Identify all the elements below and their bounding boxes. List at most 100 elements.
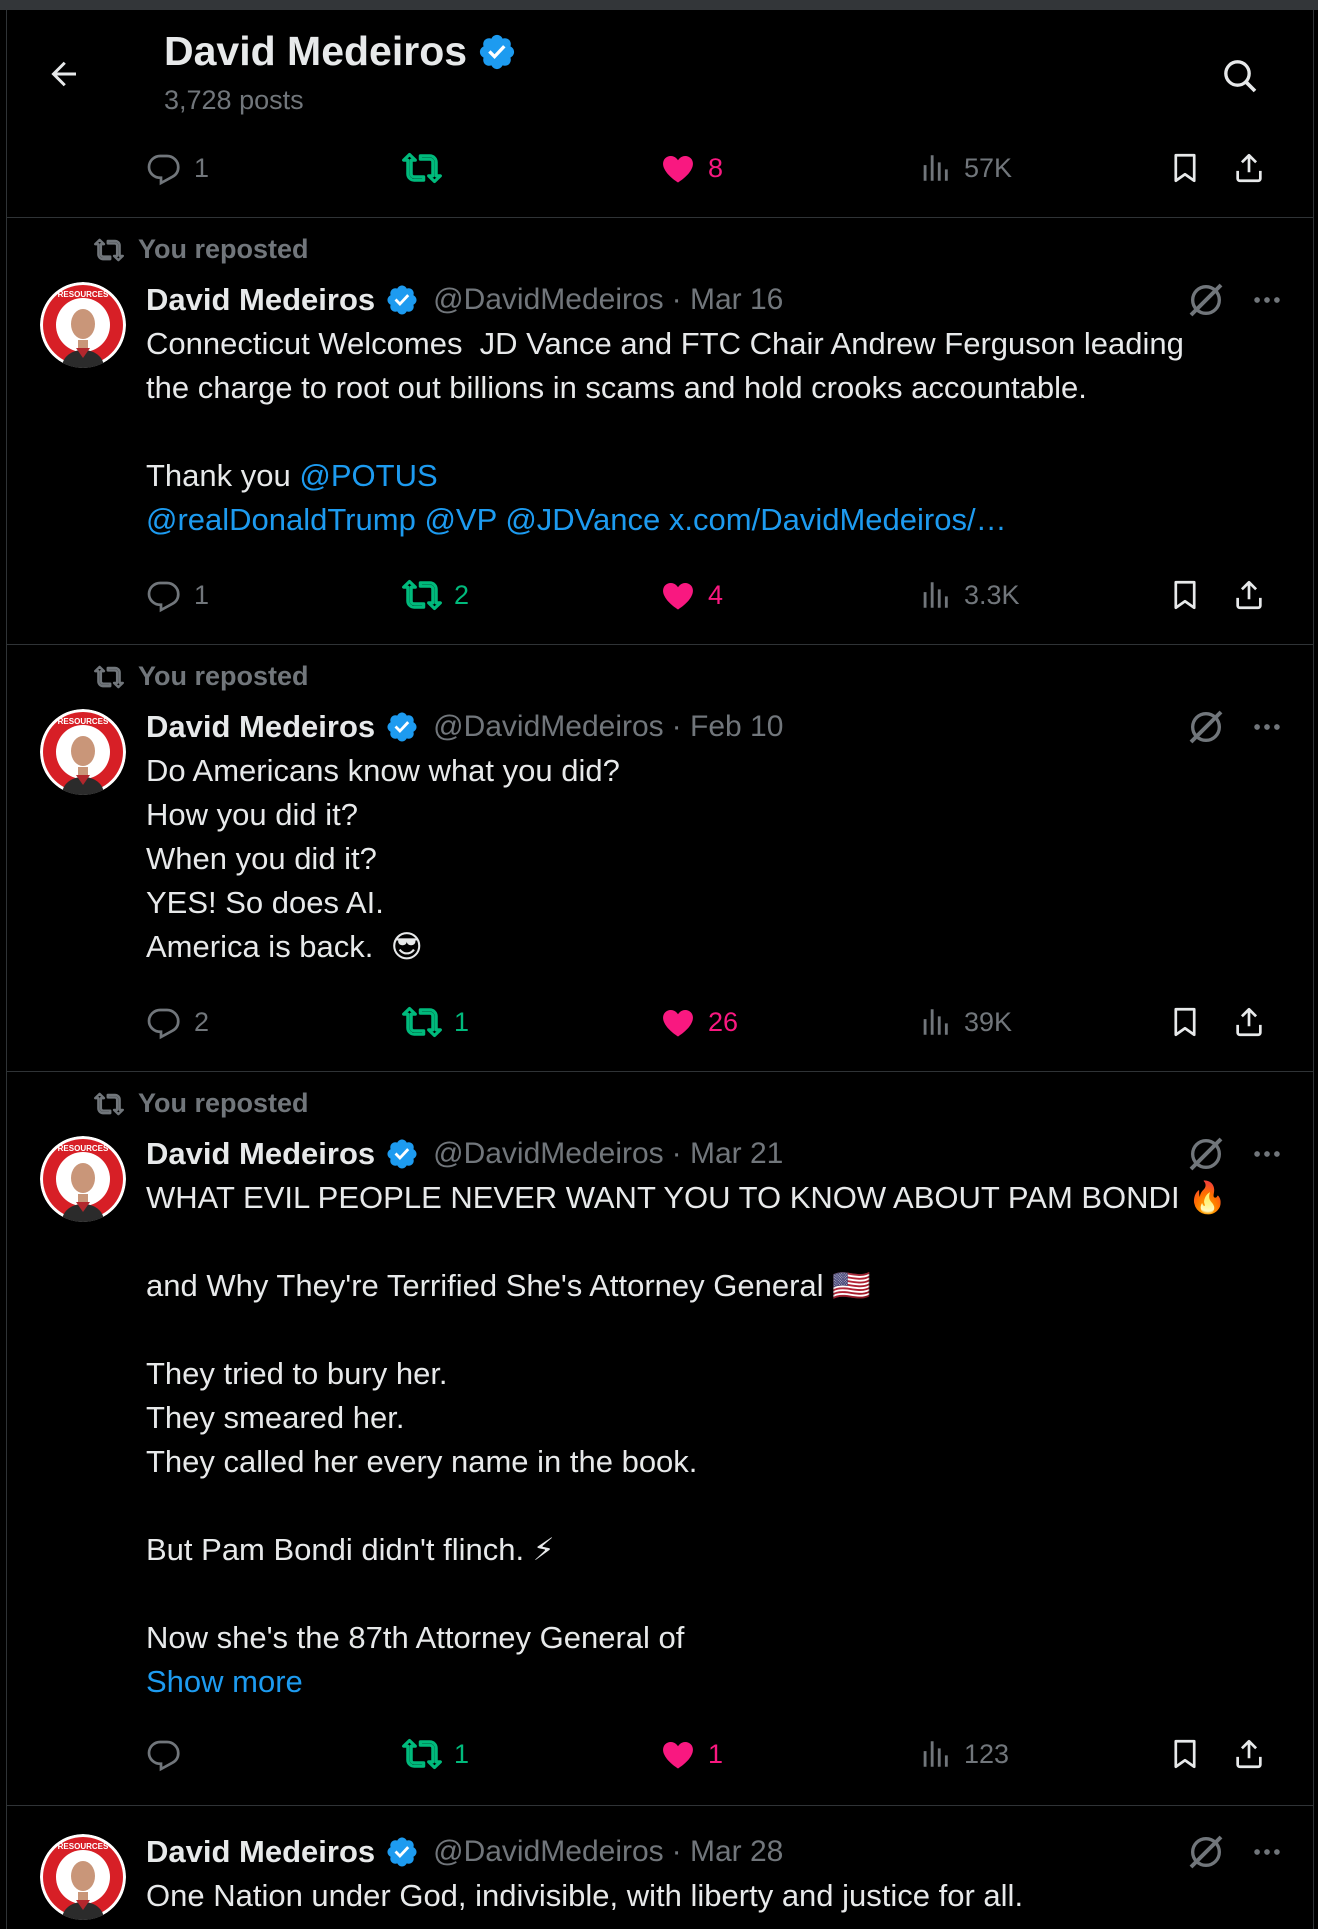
repost-indicator: You reposted: [94, 234, 309, 265]
reply-icon: [146, 1004, 182, 1040]
avatar-image: [40, 282, 126, 368]
top-post-actions: 1 8 57K: [146, 143, 1276, 193]
post-header-actions: [1186, 278, 1284, 322]
more-button[interactable]: [1250, 1835, 1284, 1869]
reply-button[interactable]: 2: [146, 997, 209, 1047]
grok-button[interactable]: [1186, 1832, 1226, 1872]
post-item[interactable]: You reposted David Medeiros @DavidMedeir…: [6, 645, 1314, 1071]
reply-button[interactable]: [146, 1729, 194, 1779]
like-button[interactable]: 26: [660, 997, 738, 1047]
avatar[interactable]: [40, 1136, 126, 1222]
repost-icon: [94, 235, 124, 265]
views-button[interactable]: 39K: [918, 997, 1012, 1047]
post-item[interactable]: You reposted David Medeiros @DavidMedeir…: [6, 1072, 1314, 1805]
back-button[interactable]: [40, 50, 88, 98]
heart-icon: [660, 577, 696, 613]
share-button[interactable]: [1232, 570, 1266, 620]
author-handle[interactable]: @DavidMedeiros: [433, 283, 664, 317]
reply-count: 1: [194, 152, 210, 183]
repost-icon: [402, 1002, 442, 1042]
repost-button[interactable]: 1: [402, 1729, 469, 1779]
repost-button[interactable]: 2: [402, 570, 469, 620]
post-date[interactable]: · Feb 10: [672, 710, 784, 744]
repost-icon: [402, 1734, 442, 1774]
mention-link[interactable]: @VP: [424, 502, 496, 537]
share-icon: [1232, 1005, 1266, 1039]
more-button[interactable]: [1250, 1137, 1284, 1171]
verified-badge-icon: [385, 1137, 419, 1171]
reply-count: 2: [194, 1006, 210, 1037]
mention-link[interactable]: @POTUS: [299, 458, 437, 493]
profile-header: David Medeiros 3,728 posts: [0, 10, 1318, 130]
search-button[interactable]: [1216, 52, 1264, 100]
views-button[interactable]: 3.3K: [918, 570, 1020, 620]
grok-button[interactable]: [1186, 280, 1226, 320]
reply-button[interactable]: 1: [146, 143, 209, 193]
repost-indicator: You reposted: [94, 1088, 309, 1119]
views-button[interactable]: 57K: [918, 143, 1012, 193]
post-date[interactable]: · Mar 16: [672, 283, 784, 317]
share-button[interactable]: [1232, 997, 1266, 1047]
more-button[interactable]: [1250, 283, 1284, 317]
repost-button[interactable]: [402, 143, 454, 193]
post-item[interactable]: David Medeiros @DavidMedeiros · Mar 28 O…: [6, 1806, 1314, 1929]
repost-icon: [94, 662, 124, 692]
more-icon: [1250, 1835, 1284, 1869]
share-icon: [1232, 1737, 1266, 1771]
repost-label: You reposted: [138, 234, 309, 264]
mention-link[interactable]: @JDVance: [505, 502, 660, 537]
views-count: 3.3K: [964, 579, 1020, 610]
post-text-line: Connecticut Welcomes JD Vance and FTC Ch…: [146, 326, 1184, 361]
author-name[interactable]: David Medeiros: [146, 1136, 375, 1172]
more-icon: [1250, 1137, 1284, 1171]
like-count: 1: [708, 1738, 724, 1769]
repost-icon: [402, 148, 442, 188]
author-name[interactable]: David Medeiros: [146, 282, 375, 318]
mention-link[interactable]: @realDonaldTrump: [146, 502, 416, 537]
share-icon: [1232, 578, 1266, 612]
url-link[interactable]: x.com/DavidMedeiros/…: [669, 502, 1007, 537]
like-count: 8: [708, 152, 724, 183]
author-handle[interactable]: @DavidMedeiros: [433, 1835, 664, 1869]
grok-button[interactable]: [1186, 707, 1226, 747]
author-name[interactable]: David Medeiros: [146, 1834, 375, 1870]
bookmark-button[interactable]: [1168, 1729, 1202, 1779]
bookmark-button[interactable]: [1168, 143, 1202, 193]
post-date[interactable]: · Mar 21: [672, 1137, 784, 1171]
share-button[interactable]: [1232, 143, 1266, 193]
grok-button[interactable]: [1186, 1134, 1226, 1174]
avatar-image: [40, 709, 126, 795]
avatar[interactable]: [40, 1834, 126, 1920]
avatar[interactable]: [40, 709, 126, 795]
share-button[interactable]: [1232, 1729, 1266, 1779]
verified-badge: [385, 1835, 419, 1869]
bookmark-button[interactable]: [1168, 997, 1202, 1047]
post-date[interactable]: · Mar 28: [672, 1835, 784, 1869]
grok-icon: [1186, 707, 1226, 747]
repost-icon: [94, 1089, 124, 1119]
like-button[interactable]: 1: [660, 1729, 723, 1779]
bookmark-icon: [1168, 1005, 1202, 1039]
like-button[interactable]: 8: [660, 143, 723, 193]
reply-button[interactable]: 1: [146, 570, 209, 620]
post-header: David Medeiros @DavidMedeiros · Mar 21: [146, 1132, 1284, 1176]
grok-icon: [1186, 280, 1226, 320]
post-item[interactable]: You reposted David Medeiros @DavidMedeir…: [6, 218, 1314, 644]
bookmark-button[interactable]: [1168, 570, 1202, 620]
verified-badge: [385, 283, 419, 317]
show-more-link[interactable]: Show more: [146, 1660, 303, 1704]
author-name[interactable]: David Medeiros: [146, 709, 375, 745]
like-button[interactable]: 4: [660, 570, 723, 620]
post-header-actions: [1186, 705, 1284, 749]
post-actions: 1 2 4 3.3K: [146, 570, 1276, 620]
author-handle[interactable]: @DavidMedeiros: [433, 710, 664, 744]
author-handle[interactable]: @DavidMedeiros: [433, 1137, 664, 1171]
repost-count: 2: [454, 579, 470, 610]
share-icon: [1232, 151, 1266, 185]
avatar[interactable]: [40, 282, 126, 368]
repost-button[interactable]: 1: [402, 997, 469, 1047]
bookmark-icon: [1168, 578, 1202, 612]
more-button[interactable]: [1250, 710, 1284, 744]
views-button[interactable]: 123: [918, 1729, 1009, 1779]
post-text: One Nation under God, indivisible, with …: [146, 1878, 1024, 1913]
